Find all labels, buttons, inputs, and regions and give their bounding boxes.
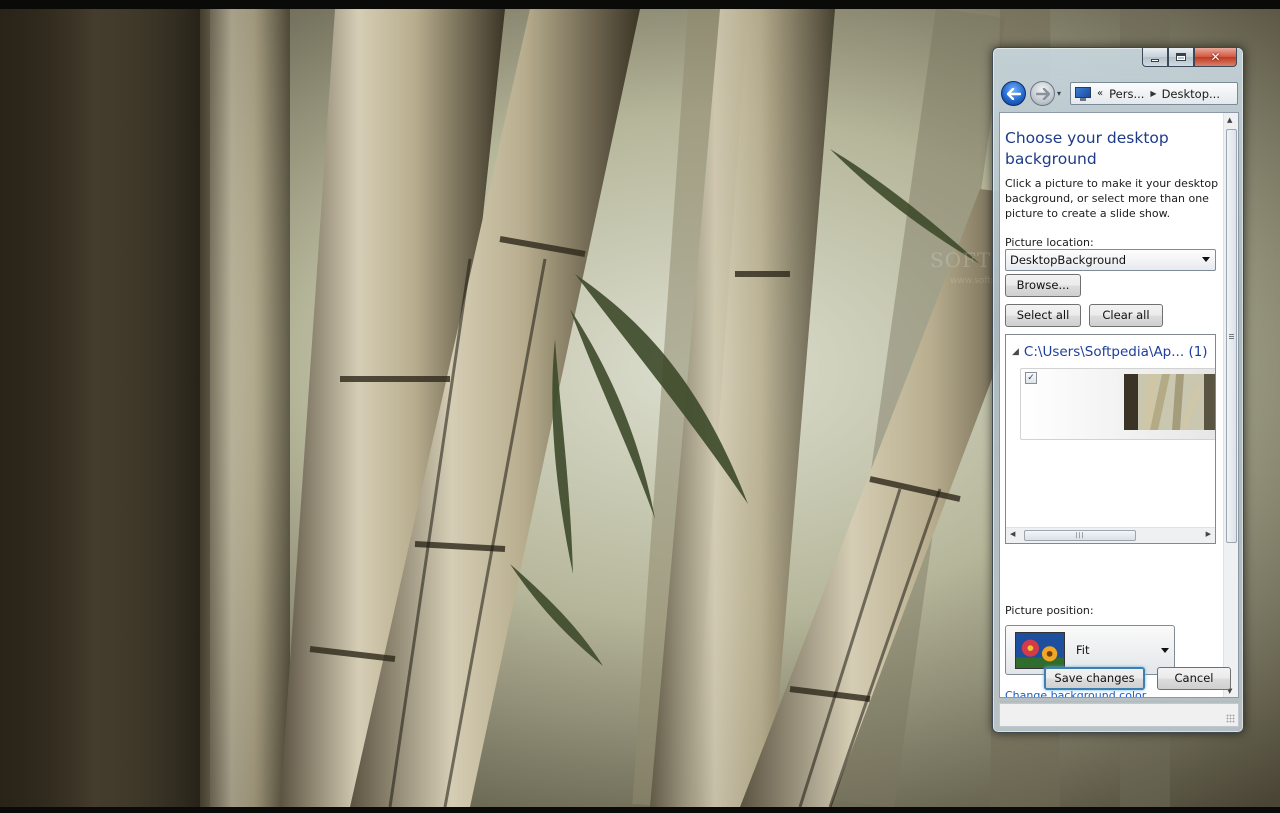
picture-item[interactable]: ✓: [1020, 368, 1215, 440]
picture-checkbox[interactable]: ✓: [1025, 372, 1037, 384]
folder-path: C:\Users\Softpedia\Ap...: [1023, 344, 1185, 360]
minimize-icon: [1151, 58, 1159, 62]
chevron-down-icon: [1161, 648, 1169, 653]
scroll-left-icon[interactable]: ◀: [1010, 530, 1015, 538]
vertical-scrollbar[interactable]: ▲ ▼: [1223, 113, 1238, 697]
picture-list: ◢ C:\Users\Softpedia\Ap... (1) ✓ ◀ ||| ▶: [1005, 334, 1216, 544]
cancel-button[interactable]: Cancel: [1157, 667, 1231, 690]
flower-preview-icon: [1015, 632, 1065, 669]
horizontal-scrollbar[interactable]: ◀ ||| ▶: [1006, 527, 1215, 543]
grip-icon: [1229, 333, 1234, 339]
forward-button[interactable]: [1030, 81, 1055, 106]
close-icon: ✕: [1210, 50, 1221, 64]
content-pane: Choose your desktop background Click a p…: [999, 112, 1239, 698]
chevron-down-icon: [1202, 257, 1210, 262]
browse-button[interactable]: Browse...: [1005, 274, 1081, 297]
recent-pages-dropdown[interactable]: ▾: [1057, 89, 1065, 99]
navigation-bar: ▾ « Pers... ▶ Desktop...: [1001, 80, 1238, 106]
picture-location-label: Picture location:: [1005, 236, 1094, 249]
horizontal-scroll-thumb[interactable]: |||: [1024, 530, 1136, 541]
picture-position-value: Fit: [1076, 643, 1090, 657]
minimize-button[interactable]: [1142, 48, 1168, 67]
picture-location-select[interactable]: DesktopBackground: [1005, 249, 1216, 271]
folder-count: (1): [1188, 344, 1208, 360]
address-overflow-chevron[interactable]: «: [1097, 88, 1103, 99]
bamboo-thumbnail: [1124, 374, 1215, 430]
resize-grip-icon[interactable]: [1226, 714, 1235, 723]
scroll-up-icon[interactable]: ▲: [1227, 116, 1232, 124]
picture-position-label: Picture position:: [1005, 604, 1094, 617]
screen-top-border: [0, 0, 1280, 9]
select-all-button[interactable]: Select all: [1005, 304, 1081, 327]
back-button[interactable]: [1001, 81, 1026, 106]
clear-all-button[interactable]: Clear all: [1089, 304, 1163, 327]
status-bar: [999, 703, 1239, 727]
breadcrumb-desktop-background[interactable]: Desktop...: [1162, 87, 1220, 101]
footer-divider: [999, 701, 1239, 702]
page-description: Click a picture to make it your desktop …: [1005, 177, 1219, 220]
arrow-right-icon: [1035, 87, 1050, 100]
control-panel-icon: [1075, 86, 1091, 101]
personalization-window: ✕ ▾ « Pers... ▶ Desktop... Choose your d…: [992, 47, 1244, 733]
close-button[interactable]: ✕: [1194, 48, 1237, 67]
maximize-icon: [1176, 53, 1186, 61]
maximize-button[interactable]: [1168, 48, 1194, 67]
breadcrumb-separator-icon[interactable]: ▶: [1150, 89, 1156, 98]
caption-buttons: ✕: [1142, 48, 1237, 67]
screen-bottom-border: [0, 807, 1280, 813]
picture-location-value: DesktopBackground: [1010, 253, 1127, 267]
folder-group-header[interactable]: ◢ C:\Users\Softpedia\Ap... (1): [1012, 344, 1208, 360]
save-changes-button[interactable]: Save changes: [1044, 667, 1145, 690]
page-title: Choose your desktop background: [1005, 129, 1169, 168]
collapse-triangle-icon[interactable]: ◢: [1012, 347, 1019, 357]
change-background-color-link[interactable]: Change background color: [1005, 689, 1146, 697]
address-bar[interactable]: « Pers... ▶ Desktop...: [1070, 82, 1238, 105]
vertical-scroll-thumb[interactable]: [1226, 129, 1237, 543]
scroll-right-icon[interactable]: ▶: [1206, 530, 1211, 538]
breadcrumb-personalization[interactable]: Pers...: [1109, 87, 1144, 101]
arrow-left-icon: [1006, 87, 1021, 100]
